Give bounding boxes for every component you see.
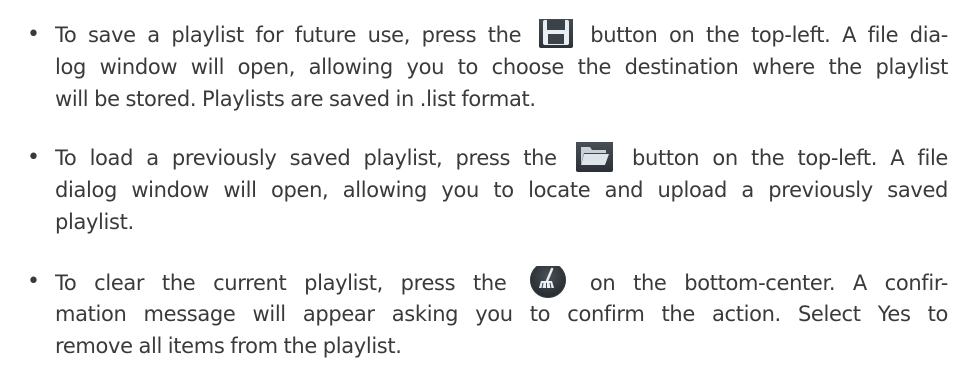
bullet-marker: •: [27, 145, 40, 170]
text-segment: on the bottom-center. A confir-: [589, 271, 948, 295]
text-segment: To save a playlist for future use, press…: [55, 23, 522, 47]
paragraph: To clear the current playlist, press the…: [55, 266, 948, 362]
text-segment: To load a previously saved playlist, pre…: [55, 146, 557, 170]
text-line: playlist.: [55, 210, 134, 234]
text-line: To clear the current playlist, press the…: [55, 266, 948, 298]
bullet-marker: •: [27, 269, 40, 294]
text-line: dialog window will open, allowing you to…: [55, 178, 948, 202]
document-page: • To save a playlist for future use, pre…: [0, 0, 955, 375]
save-icon: [538, 19, 573, 48]
text-line: To load a previously saved playlist, pre…: [55, 142, 948, 174]
text-segment: To clear the current playlist, press the: [55, 271, 507, 295]
text-line: will be stored. Playlists are saved in .…: [55, 87, 536, 111]
text-line: log window will open, allowing you to ch…: [55, 55, 948, 79]
paragraph: To save a playlist for future use, press…: [55, 19, 948, 115]
text-line: To save a playlist for future use, press…: [55, 19, 948, 51]
bullet-marker: •: [27, 22, 40, 47]
text-segment: button on the top-left. A file: [632, 146, 948, 170]
folder-open-icon: [575, 142, 613, 172]
broom-clear-icon: [530, 266, 567, 298]
text-line: remove all items from the playlist.: [55, 334, 402, 358]
text-line: mation message will appear asking you to…: [55, 302, 948, 326]
text-segment: button on the top-left. A file dia-: [590, 23, 948, 47]
paragraph: To load a previously saved playlist, pre…: [55, 142, 948, 238]
